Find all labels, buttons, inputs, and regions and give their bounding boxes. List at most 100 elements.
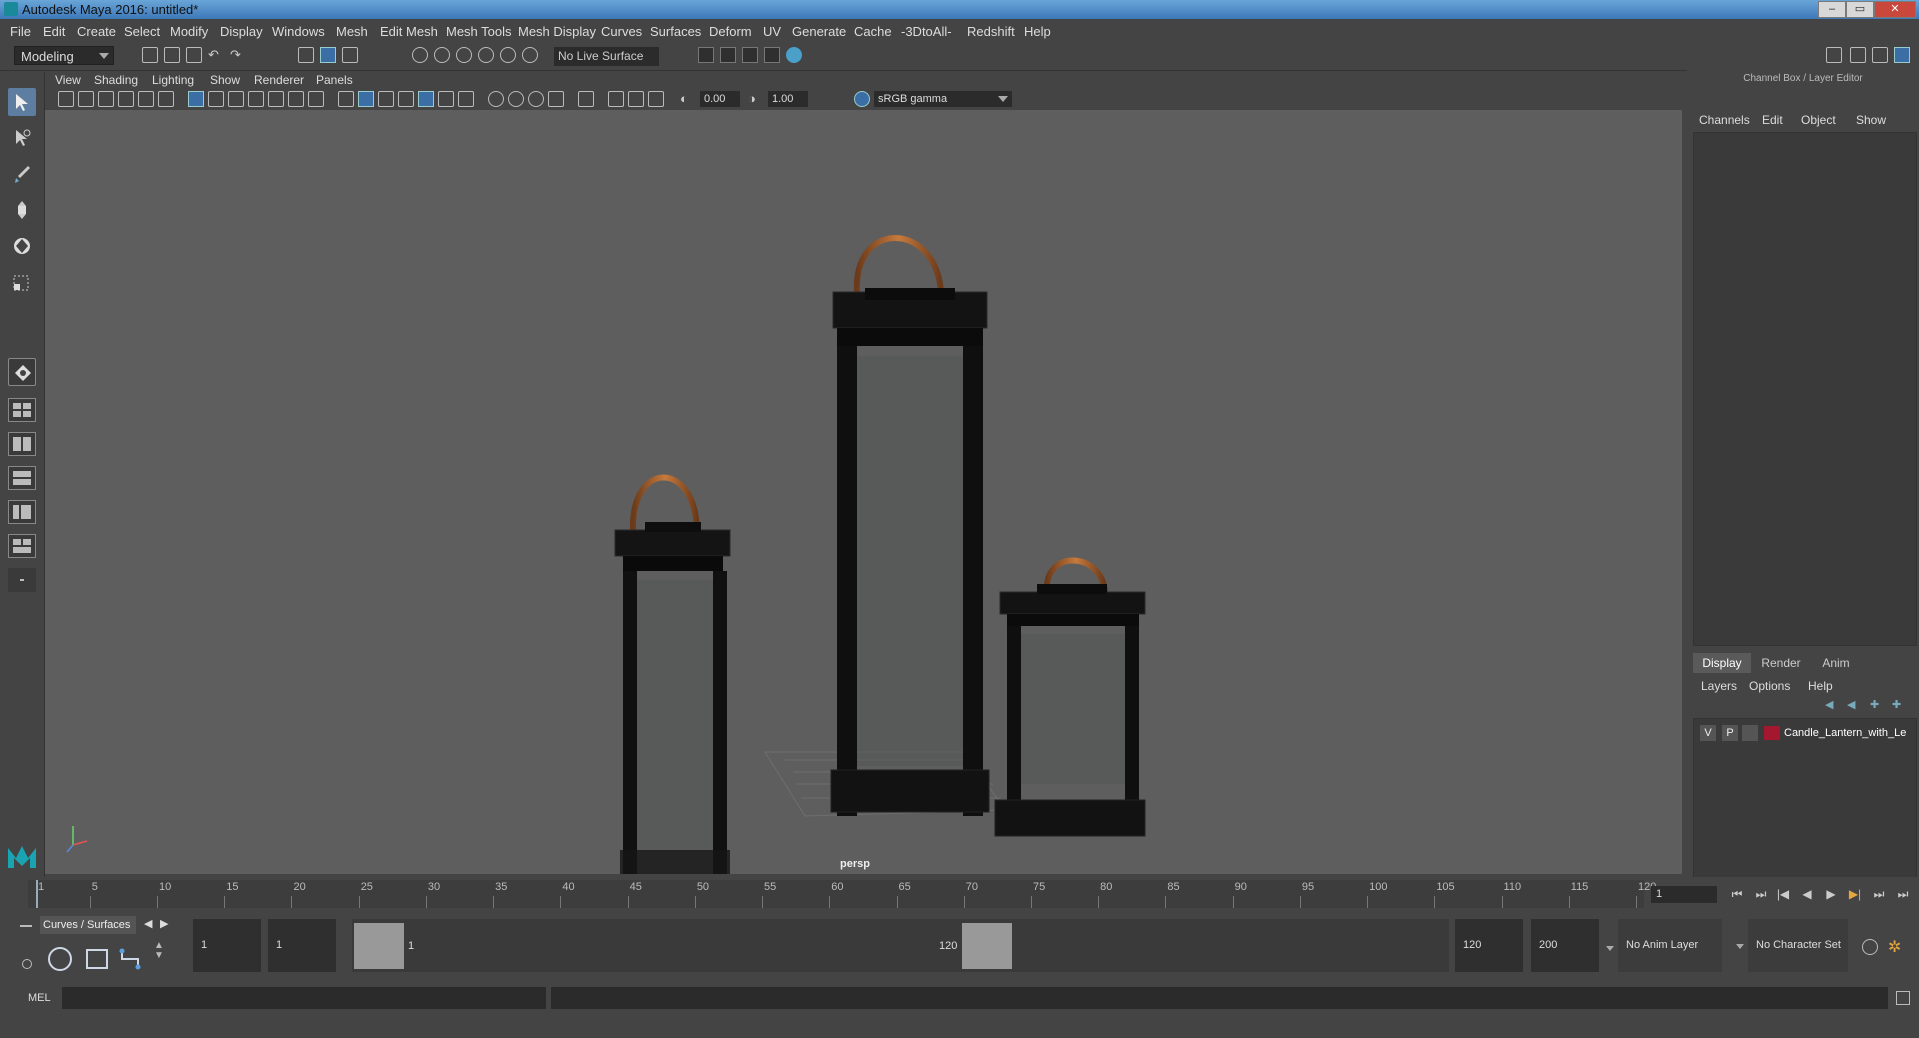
menu-uv[interactable]: UV (763, 24, 781, 39)
default-lighting-icon[interactable] (378, 91, 394, 107)
gamma-icon[interactable]: ◑ (748, 91, 764, 107)
field-chart-icon[interactable] (268, 91, 284, 107)
tab-display[interactable]: Display (1693, 653, 1751, 673)
redo-icon[interactable]: ↷ (230, 47, 246, 63)
play-backwards-icon[interactable]: ◀ (1800, 887, 1814, 901)
shelf-menu-icon[interactable] (20, 925, 32, 927)
grid-toggle-icon[interactable] (188, 91, 204, 107)
wireframe-on-shaded-icon[interactable] (398, 91, 414, 107)
scale-tool-button[interactable] (8, 268, 36, 296)
paint-select-tool-button[interactable] (8, 160, 36, 188)
undo-icon[interactable]: ↶ (208, 47, 224, 63)
snap-live-icon[interactable] (500, 47, 516, 63)
menu-mesh-display[interactable]: Mesh Display (518, 24, 596, 39)
exposure-field[interactable]: 0.00 (700, 91, 740, 107)
wireframe-icon[interactable] (338, 91, 354, 107)
persp-hypershade-layout-button[interactable] (8, 500, 36, 524)
layer-display-type-toggle[interactable] (1742, 725, 1758, 741)
maximize-button[interactable]: ▭ (1846, 1, 1874, 18)
layer-menu-layers[interactable]: Layers (1701, 679, 1737, 693)
menu-3dtoall[interactable]: -3DtoAll- (901, 24, 952, 39)
perspective-viewport[interactable]: persp (45, 110, 1682, 874)
shelf-up-down-icon[interactable]: ▲ ▼ (154, 941, 164, 961)
render-frame-icon[interactable] (720, 47, 736, 63)
channel-box-menu-edit[interactable]: Edit (1762, 113, 1783, 127)
menu-mesh[interactable]: Mesh (336, 24, 368, 39)
tab-render[interactable]: Render (1753, 653, 1809, 673)
viewport-menu-panels[interactable]: Panels (316, 73, 353, 87)
menu-create[interactable]: Create (77, 24, 116, 39)
playback-end-field[interactable]: 120 (1455, 919, 1523, 972)
depth-of-field-icon[interactable] (548, 91, 564, 107)
end-time-field[interactable]: 200 (1531, 919, 1599, 972)
attribute-editor-icon[interactable] (1850, 47, 1866, 63)
chevron-down-icon[interactable] (1606, 946, 1614, 951)
modeling-toolkit-icon[interactable] (1826, 47, 1842, 63)
layer-color-swatch[interactable] (1764, 726, 1780, 740)
image-plane-icon[interactable] (118, 91, 134, 107)
range-slider[interactable]: 1 120 (352, 919, 1449, 972)
viewport-menu-renderer[interactable]: Renderer (254, 73, 304, 87)
live-surface-field[interactable]: No Live Surface (554, 47, 659, 66)
menu-select[interactable]: Select (124, 24, 160, 39)
auto-key-icon[interactable] (1862, 939, 1878, 955)
go-to-end-icon[interactable]: ⏭ (1896, 887, 1910, 901)
viewport-menu-shading[interactable]: Shading (94, 73, 138, 87)
snap-view-plane-icon[interactable] (478, 47, 494, 63)
current-frame-field[interactable]: 1 (1651, 886, 1717, 903)
viewport-menu-lighting[interactable]: Lighting (152, 73, 194, 87)
select-hierarchy-icon[interactable] (298, 47, 314, 63)
mode-selector[interactable]: Modeling (14, 46, 114, 65)
step-back-key-icon[interactable]: ⏭ (1754, 887, 1768, 901)
view-transform-dropdown[interactable]: sRGB gamma (874, 91, 1012, 107)
menu-edit-mesh[interactable]: Edit Mesh (380, 24, 438, 39)
make-live-icon[interactable] (522, 47, 538, 63)
move-layer-up-icon[interactable]: ◀ (1825, 698, 1841, 714)
range-end-handle[interactable] (962, 923, 1012, 969)
viewport-menu-view[interactable]: View (55, 73, 81, 87)
playback-start-field[interactable]: 1 (268, 919, 336, 972)
smooth-shade-icon[interactable] (358, 91, 374, 107)
screen-space-ao-icon[interactable] (488, 91, 504, 107)
resolution-gate-icon[interactable] (228, 91, 244, 107)
color-management-icon[interactable] (854, 91, 870, 107)
layer-name[interactable]: Candle_Lantern_with_Le (1784, 727, 1914, 739)
channel-box-menu-show[interactable]: Show (1856, 113, 1886, 127)
menu-modify[interactable]: Modify (170, 24, 208, 39)
render-settings-icon[interactable] (698, 47, 714, 63)
menu-generate[interactable]: Generate (792, 24, 846, 39)
xray-joints-icon[interactable] (628, 91, 644, 107)
anti-aliasing-icon[interactable] (528, 91, 544, 107)
use-all-lights-icon[interactable] (438, 91, 454, 107)
script-editor-icon[interactable] (1896, 991, 1910, 1005)
menu-deform[interactable]: Deform (709, 24, 752, 39)
shelf-scroll-left-icon[interactable]: ◀ (144, 917, 152, 930)
safe-action-icon[interactable] (288, 91, 304, 107)
minimize-button[interactable]: – (1818, 1, 1846, 18)
bookmark-icon[interactable] (98, 91, 114, 107)
rotate-tool-button[interactable] (8, 232, 36, 260)
layer-menu-help[interactable]: Help (1808, 679, 1833, 693)
play-forwards-icon[interactable]: ▶ (1824, 887, 1838, 901)
menu-surfaces[interactable]: Surfaces (650, 24, 701, 39)
range-start-handle[interactable] (354, 923, 404, 969)
grease-pencil-icon[interactable] (158, 91, 174, 107)
xray-icon[interactable] (608, 91, 624, 107)
isolate-select-icon[interactable] (578, 91, 594, 107)
start-time-field[interactable]: 1 (193, 919, 261, 972)
snap-grid-icon[interactable] (412, 47, 428, 63)
outliner-persp-layout-button[interactable] (8, 534, 36, 558)
menu-file[interactable]: File (10, 24, 31, 39)
command-language-label[interactable]: MEL (28, 992, 51, 1004)
menu-edit[interactable]: Edit (43, 24, 65, 39)
viewport-menu-show[interactable]: Show (210, 73, 240, 87)
move-tool-button[interactable] (8, 196, 36, 224)
ep-curve-tool-icon[interactable] (118, 947, 144, 971)
persp-graph-layout-button[interactable] (8, 466, 36, 490)
menu-help[interactable]: Help (1024, 24, 1051, 39)
step-forward-key-icon[interactable]: ⏭ (1872, 887, 1886, 901)
channel-box-menu-channels[interactable]: Channels (1699, 113, 1750, 127)
persp-outliner-layout-button[interactable] (8, 432, 36, 456)
collapse-layout-button[interactable] (8, 568, 36, 592)
menu-cache[interactable]: Cache (854, 24, 892, 39)
